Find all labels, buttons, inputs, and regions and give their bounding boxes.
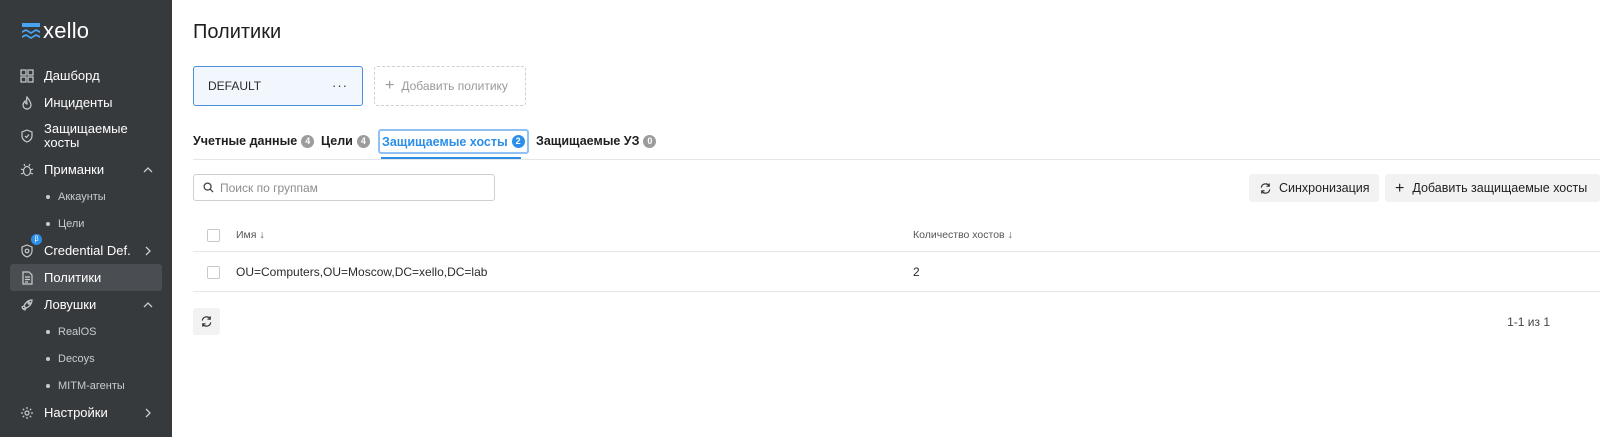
policy-card-default[interactable]: DEFAULT ··· [193,66,363,106]
plus-icon: + [1395,179,1405,197]
select-all-checkbox[interactable] [207,229,220,242]
tab-label: Учетные данные [193,134,298,148]
add-protected-hosts-button[interactable]: + Добавить защищаемые хосты [1385,174,1600,202]
tab-label: Цели [321,134,353,148]
xello-logo-icon [22,23,40,39]
tab-count-badge: 4 [356,134,370,148]
table-header: Имя ↓ Количество хостов ↓ [193,218,1600,252]
document-icon [22,270,33,285]
bullet-icon [46,329,50,334]
refresh-button[interactable] [193,308,220,335]
sidebar-item-label: Credential Def. [44,242,131,258]
beta-badge: β [31,234,42,245]
logo[interactable]: xello [22,18,89,44]
sidebar-item-label: Политики [44,269,102,285]
sidebar-item-label: Дашборд [44,67,100,83]
sidebar-subitem-targets[interactable]: Цели [10,210,162,237]
refresh-icon [201,316,212,327]
sidebar-item-label: Ловушки [44,296,97,312]
sidebar-item-label: Приманки [44,161,105,177]
bullet-icon [46,356,50,361]
sidebar-item-policies[interactable]: Политики [10,264,162,291]
sidebar-item-credential-def[interactable]: β Credential Def. [10,234,162,264]
sidebar-subitem-realos[interactable]: RealOS [10,318,162,345]
add-hosts-label: Добавить защищаемые хосты [1412,181,1588,195]
sidebar-item-protected-hosts[interactable]: Защищаемые хосты [10,116,162,156]
sidebar-subitem-decoys[interactable]: Decoys [10,345,162,372]
sidebar-item-traps[interactable]: Ловушки [10,291,162,318]
sidebar-item-incidents[interactable]: Инциденты [10,89,162,116]
gear-icon [21,406,33,419]
tab-label: Защищаемые УЗ [536,134,640,148]
sidebar-item-dashboard[interactable]: Дашборд [10,62,162,89]
rocket-icon [21,298,33,311]
tab-count-badge: 4 [301,134,315,148]
chevron-right-icon[interactable] [142,407,154,419]
chevron-right-icon[interactable] [142,245,154,257]
sidebar-nav: Дашборд Инциденты Защищаемые хосты Прима… [10,62,162,426]
shield-check-icon [21,243,33,258]
sidebar-item-lures[interactable]: Приманки [10,156,162,183]
tab-label: Защищаемые хосты [382,134,508,149]
policy-name: DEFAULT [208,79,262,93]
sidebar-subitem-label: Аккаунты [58,190,106,203]
column-header-host-count[interactable]: Количество хостов ↓ [913,229,1013,241]
tab-count-badge: 0 [643,134,657,148]
sidebar-subitem-label: Цели [58,217,85,230]
tab-targets[interactable]: Цели 4 [321,130,370,152]
sidebar-subitem-label: MITM-агенты [58,379,125,392]
tab-protected-accounts[interactable]: Защищаемые УЗ 0 [536,130,657,152]
sidebar-subitem-mitm-agents[interactable]: MITM-агенты [10,372,162,399]
sync-icon [1260,182,1271,194]
table-row[interactable]: OU=Computers,OU=Moscow,DC=xello,DC=lab 2 [193,252,1600,292]
bug-icon [20,163,34,176]
tab-protected-hosts[interactable]: Защищаемые хосты 2 [378,129,529,154]
pagination-info: 1-1 из 1 [1507,315,1550,329]
more-options-icon[interactable]: ··· [332,78,348,93]
dashboard-icon [20,68,34,83]
search-input[interactable] [220,180,480,195]
bullet-icon [46,221,50,226]
sidebar-subitem-accounts[interactable]: Аккаунты [10,183,162,210]
page-title: Политики [193,21,282,43]
chevron-up-icon[interactable] [142,164,154,176]
bullet-icon [46,194,50,199]
add-policy-button[interactable]: + Добавить политику [374,66,526,106]
sidebar: xello Дашборд Инциденты Защищаемые хосты [0,0,172,437]
bullet-icon [46,383,50,388]
cell-host-count: 2 [913,265,920,279]
cell-name: OU=Computers,OU=Moscow,DC=xello,DC=lab [236,265,488,279]
flame-icon [22,95,32,110]
main-content: Политики DEFAULT ··· + Добавить политику… [172,0,1600,437]
row-checkbox[interactable] [207,266,220,279]
active-tab-indicator [381,157,521,159]
search-icon [203,182,214,193]
column-header-name[interactable]: Имя ↓ [236,229,265,241]
sidebar-subitem-label: RealOS [58,325,97,338]
sidebar-item-label: Инциденты [44,94,113,110]
sidebar-subitem-label: Decoys [58,352,95,365]
policy-tabs: Учетные данные 4 Цели 4 Защищаемые хосты… [193,126,1600,160]
plus-icon: + [385,77,395,94]
sidebar-item-label: Настройки [44,404,108,420]
chevron-up-icon[interactable] [142,299,154,311]
tab-count-badge: 2 [511,135,525,148]
sidebar-item-label: Защищаемые хосты [44,121,128,150]
sync-label: Синхронизация [1279,181,1370,195]
add-policy-label: Добавить политику [401,79,508,93]
search-box[interactable] [193,174,495,201]
sidebar-item-settings[interactable]: Настройки [10,399,162,426]
sync-button[interactable]: Синхронизация [1249,174,1379,202]
tab-credentials[interactable]: Учетные данные 4 [193,130,315,152]
logo-text: xello [43,18,90,43]
hosts-table: Имя ↓ Количество хостов ↓ OU=Computers,O… [193,218,1600,292]
shield-icon [21,129,33,143]
